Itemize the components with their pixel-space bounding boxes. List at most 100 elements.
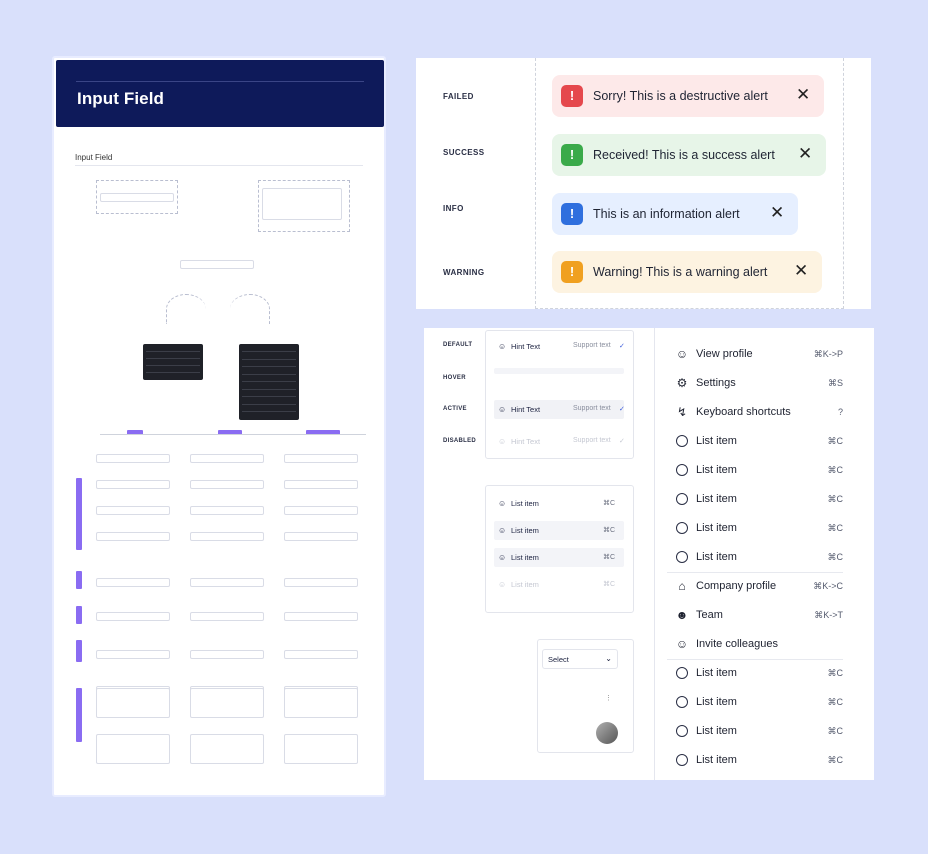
spec-mini-input (284, 612, 358, 621)
hint-row-active[interactable]: ☺ Hint Text Support text ✓ (494, 400, 625, 419)
menu-item-shortcut: ⌘C (827, 436, 844, 446)
alert-message: Sorry! This is a destructive alert (593, 89, 768, 103)
alert-message: This is an information alert (593, 207, 740, 221)
spec-mini-textarea (96, 734, 170, 764)
menu-item-label: Invite colleagues (696, 638, 778, 650)
list-item-label: List item (511, 580, 539, 589)
menu-item-shortcut: ⌘K->P (813, 349, 843, 359)
menu-item[interactable]: List item ⌘C (675, 461, 843, 481)
spec-mini-input (96, 506, 170, 515)
menu-item[interactable]: List item ⌘C (675, 490, 843, 510)
list-states-box: ☺ List item ⌘C ☺ List item ⌘C ☺ List item ⌘C ☺ Lis… (485, 485, 634, 613)
user-icon: ☺ (498, 580, 507, 589)
menu-item-label: Keyboard shortcuts (696, 406, 791, 418)
support-text: Support text (573, 437, 611, 444)
alert-label-info: INFO (443, 204, 464, 213)
alert-failed: ! Sorry! This is a destructive alert ✕ (552, 75, 824, 117)
menu-item-label: List item (696, 522, 737, 534)
spec-mini-textarea (190, 688, 264, 718)
check-icon: ✓ (619, 438, 625, 445)
user-icon: ☺ (498, 342, 507, 351)
alert-info: ! This is an information alert ✕ (552, 193, 798, 235)
spec-arrow (166, 294, 206, 324)
section-divider (75, 165, 363, 166)
spec-mini-input (284, 506, 358, 515)
close-icon[interactable]: ✕ (794, 262, 808, 280)
hint-row-hover[interactable] (494, 368, 624, 374)
alerts-panel: FAILED! Sorry! This is a destructive aler… (416, 58, 871, 309)
spec-mini-input (284, 532, 358, 541)
doc-title: Input Field (77, 89, 165, 108)
spec-mini-input (96, 612, 170, 621)
menu-item-shortcut: ⌘C (827, 697, 844, 707)
menu-item[interactable]: List item ⌘C (675, 519, 843, 539)
support-text: Support text (573, 342, 611, 349)
hint-row-default[interactable]: ☺ Hint Text Support text ✓ (494, 337, 625, 356)
close-icon[interactable]: ✕ (796, 86, 810, 104)
menu-item-label: List item (696, 464, 737, 476)
spec-group-tab (76, 571, 82, 589)
user-plus-icon: ☺ (675, 637, 689, 651)
alert-message: Warning! This is a warning alert (593, 265, 768, 279)
circle-icon (676, 493, 688, 505)
menu-item[interactable]: List item ⌘C (675, 432, 843, 452)
select-dropdown[interactable]: Select ⌄ (542, 649, 618, 669)
close-icon[interactable]: ✕ (798, 145, 812, 163)
hint-row-disabled: ☺ Hint Text Support text ✓ (494, 432, 625, 451)
circle-icon (676, 435, 688, 447)
menu-item[interactable]: List item ⌘C (675, 548, 843, 568)
spec-line (100, 434, 366, 435)
menu-item-shortcut: ⌘C (827, 668, 844, 678)
alert-warning: ! Warning! This is a warning alert ✕ (552, 251, 822, 293)
menu-item[interactable]: List item ⌘C (675, 664, 843, 684)
spec-mini-input (96, 578, 170, 587)
circle-icon (676, 464, 688, 476)
hint-text: Hint Text (511, 405, 541, 414)
shortcut-label: ⌘C (603, 581, 616, 588)
spec-mini-input (190, 454, 264, 463)
hint-states-box: ☺ Hint Text Support text ✓ ☺ Hint Text S… (485, 330, 634, 459)
alert-label-warning: WARNING (443, 268, 485, 277)
menu-item[interactable]: List item ⌘C (675, 722, 843, 742)
list-state-row[interactable]: ☺ List item ⌘C (494, 494, 624, 513)
menu-item[interactable]: List item ⌘C (675, 751, 843, 771)
menu-item[interactable]: ↯ Keyboard shortcuts? (675, 403, 843, 423)
menu-divider (667, 659, 843, 660)
spec-mini-input (190, 578, 264, 587)
spec-mini-textarea (284, 688, 358, 718)
menu-item[interactable]: ⚙ Settings ⌘S (675, 374, 843, 394)
user-icon: ☺ (498, 499, 507, 508)
alert-label-failed: FAILED (443, 92, 474, 101)
menu-item[interactable]: ☺ View profile ⌘K->P (675, 345, 843, 365)
menu-item[interactable]: ☺ Invite colleagues (675, 635, 843, 655)
user-icon: ☺ (675, 347, 689, 361)
avatar[interactable] (596, 722, 618, 744)
menu-item-shortcut: ⌘S (827, 378, 843, 388)
close-icon[interactable]: ✕ (770, 204, 784, 222)
shortcut-label: ⌘C (603, 500, 616, 507)
chevron-down-icon: ⌄ (605, 654, 612, 663)
menu-item[interactable]: ⌂ Company profile ⌘K->C (675, 577, 843, 597)
gear-icon: ⚙ (676, 376, 688, 390)
spec-mini-input (284, 480, 358, 489)
alert-circle-icon: ! (561, 144, 583, 166)
user-icon: ☺ (498, 553, 507, 562)
menu-item-label: List item (696, 493, 737, 505)
doc-header: Input Field (56, 60, 384, 127)
user-icon: ☺ (498, 437, 507, 446)
list-state-row[interactable]: ☺ List item ⌘C (494, 548, 624, 567)
input-field-doc-panel: Input Field Input Field (52, 56, 386, 797)
alert-success: ! Received! This is a success alert ✕ (552, 134, 826, 176)
spec-mini-input (96, 454, 170, 463)
alert-message: Received! This is a success alert (593, 148, 775, 162)
support-text: Support text (573, 405, 611, 412)
spec-mini-input (284, 578, 358, 587)
alert-label-success: SUCCESS (443, 148, 485, 157)
menu-item-shortcut: ⌘C (827, 523, 844, 533)
menu-item[interactable]: ☻ Team ⌘K->T (675, 606, 843, 626)
menu-item-label: Settings (696, 377, 736, 389)
spec-mini-textarea (190, 734, 264, 764)
menu-item[interactable]: List item ⌘C (675, 693, 843, 713)
list-state-row[interactable]: ☺ List item ⌘C (494, 521, 624, 540)
spec-mini-input (180, 260, 254, 269)
